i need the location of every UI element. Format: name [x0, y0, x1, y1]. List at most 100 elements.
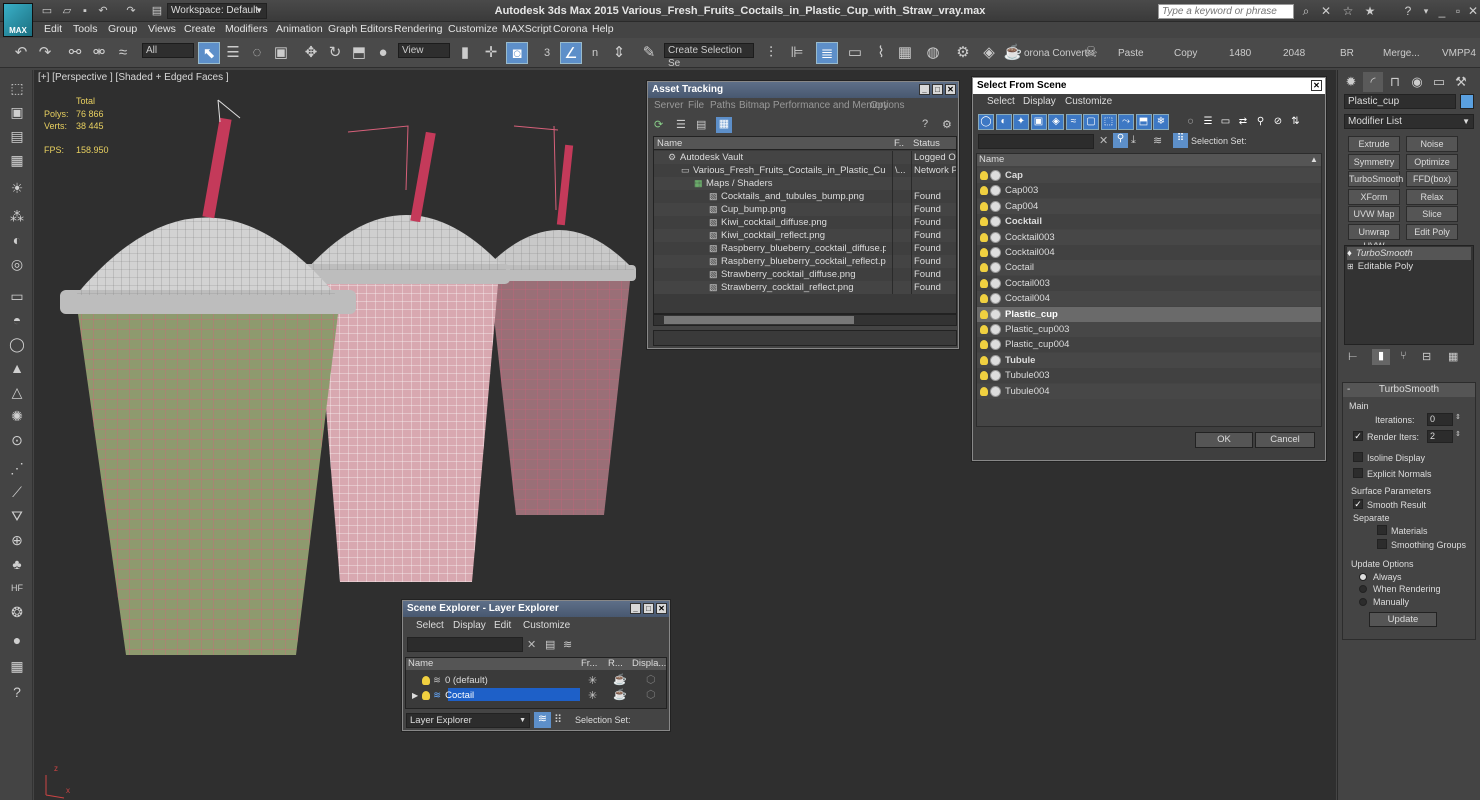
redo-icon[interactable]: ↷: [34, 42, 56, 64]
named-selection-dropdown[interactable]: Create Selection Se: [664, 43, 754, 69]
zoom-extents-icon[interactable]: ⬚: [7, 78, 27, 98]
motion-tab-icon[interactable]: ◉: [1407, 72, 1427, 92]
modifier-button-relax[interactable]: Relax: [1406, 188, 1458, 205]
table-icon[interactable]: ▦: [7, 656, 27, 676]
scene-object-row[interactable]: Cap003: [977, 183, 1321, 199]
shapes-filter-icon[interactable]: ◐: [995, 114, 1012, 130]
menu-create[interactable]: Create: [184, 23, 216, 35]
app-logo[interactable]: MAX: [3, 3, 33, 37]
lightbulb-icon[interactable]: [980, 294, 988, 304]
scatter-icon[interactable]: ⋰: [7, 458, 27, 478]
details-icon[interactable]: ▤: [696, 118, 710, 132]
reference-coordinate-dropdown[interactable]: View: [398, 43, 450, 58]
spacewarps-filter-icon[interactable]: ≈: [1065, 114, 1082, 130]
lightbulb-icon[interactable]: [980, 217, 988, 227]
lights-filter-icon[interactable]: ✦: [1013, 114, 1029, 130]
find-input[interactable]: [407, 637, 523, 652]
contrast-icon[interactable]: ◐: [7, 230, 27, 250]
col-name-header[interactable]: Name: [657, 137, 682, 150]
table-view-icon[interactable]: ▦: [716, 117, 732, 133]
scene-menu-customize[interactable]: Customize: [523, 620, 570, 631]
hierarchy-tab-icon[interactable]: ⊓: [1385, 72, 1405, 92]
cone-light-icon[interactable]: ▲: [7, 358, 27, 378]
help-icon[interactable]: ?: [922, 118, 928, 130]
snaps-toggle-icon[interactable]: 3: [536, 42, 558, 64]
redo-icon[interactable]: ↷: [124, 4, 138, 18]
camera-icon[interactable]: ◎: [7, 254, 27, 274]
help-icon[interactable]: ?: [1400, 3, 1416, 19]
show-end-result-icon[interactable]: ▮: [1372, 349, 1390, 365]
scene-object-row[interactable]: Coctail003: [977, 275, 1321, 291]
angle-snap-icon[interactable]: ∠: [560, 42, 582, 64]
favorites-icon[interactable]: ☆: [1340, 3, 1356, 19]
clear-search-icon[interactable]: ✕: [1099, 134, 1108, 147]
scene-object-row[interactable]: Plastic_cup003: [977, 322, 1321, 337]
close-icon[interactable]: ✕: [656, 603, 667, 614]
align-icon[interactable]: ⊫: [786, 42, 808, 64]
tweezers-icon[interactable]: ⟋: [7, 482, 27, 502]
grid-icon[interactable]: ▦: [7, 150, 27, 170]
spinner-snap-icon[interactable]: ⇕: [608, 42, 630, 64]
close-icon[interactable]: ✕: [1465, 3, 1480, 19]
br-button[interactable]: BR: [1340, 48, 1354, 59]
scale-icon[interactable]: ⬒: [348, 42, 370, 64]
asset-menu-file[interactable]: File: [688, 100, 704, 111]
display-box-icon[interactable]: ⬡: [646, 688, 656, 701]
lightbulb-icon[interactable]: [980, 201, 988, 211]
render-iters-checkbox[interactable]: ✓: [1353, 431, 1363, 441]
minimize-icon[interactable]: _: [919, 84, 930, 95]
box-icon[interactable]: ▭: [7, 286, 27, 306]
maximize-icon[interactable]: □: [932, 84, 943, 95]
lightbulb-icon[interactable]: [980, 263, 988, 273]
clear-search-icon[interactable]: ✕: [527, 638, 536, 651]
ok-button[interactable]: OK: [1195, 432, 1253, 448]
object-color-swatch[interactable]: [1460, 94, 1474, 109]
lightbulb-icon[interactable]: [980, 355, 988, 365]
frozen-filter-icon[interactable]: ❄: [1153, 114, 1169, 130]
select-and-link-icon[interactable]: ⚯: [64, 42, 86, 64]
scene-menu-edit[interactable]: Edit: [494, 620, 511, 631]
material-editor-icon[interactable]: ◍: [922, 42, 944, 64]
containers-filter-icon[interactable]: ⬒: [1135, 114, 1152, 130]
asset-row[interactable]: ▭ Various_Fresh_Fruits_Coctails_in_Plasti…: [654, 164, 956, 177]
modifier-button-ffd-box[interactable]: FFD(box): [1406, 171, 1458, 188]
hidden-filter-icon[interactable]: ◌: [1183, 114, 1199, 130]
groups-filter-icon[interactable]: ▢: [1083, 114, 1099, 130]
menu-help[interactable]: Help: [592, 23, 614, 35]
new-file-icon[interactable]: ▭: [40, 4, 54, 18]
documents-icon[interactable]: ▤: [7, 126, 27, 146]
col-f-header[interactable]: F..: [894, 137, 904, 150]
lightbulb-icon[interactable]: [980, 371, 988, 381]
refresh-icon[interactable]: ⟳: [654, 118, 668, 132]
col-status-header[interactable]: Status: [913, 137, 940, 150]
percent-snap-icon[interactable]: n: [584, 42, 606, 64]
filter-icon[interactable]: ⚲: [1113, 133, 1128, 148]
cancel-button[interactable]: Cancel: [1255, 432, 1315, 448]
name-column-header[interactable]: Name: [979, 153, 1004, 166]
curve-editor-icon[interactable]: ⌇: [870, 42, 892, 64]
asset-row[interactable]: ▧ Strawberry_cocktail_diffuse.png Found: [654, 268, 956, 281]
freeze-icon[interactable]: ✳: [588, 689, 597, 702]
lightbulb-icon[interactable]: [422, 675, 430, 685]
explorer-type-dropdown[interactable]: Layer Explorer ▼: [406, 713, 530, 728]
asset-row[interactable]: ▧ Raspberry_blueberry_cocktail_diffuse.pn…: [654, 242, 956, 255]
asset-row[interactable]: ▧ Kiwi_cocktail_reflect.png Found: [654, 229, 956, 242]
select-menu-display[interactable]: Display: [1023, 96, 1056, 107]
asset-menu-server[interactable]: Server: [654, 100, 683, 111]
scene-object-row[interactable]: Tubule: [977, 352, 1321, 368]
light-icon[interactable]: ☀: [7, 178, 27, 198]
modifier-button-edit-poly[interactable]: Edit Poly: [1406, 224, 1458, 240]
smoothing-groups-checkbox[interactable]: [1377, 539, 1387, 549]
close-icon[interactable]: ✕: [945, 84, 956, 95]
menu-rendering[interactable]: Rendering: [394, 23, 442, 35]
modifier-button-slice[interactable]: Slice: [1406, 206, 1458, 223]
pin-icon[interactable]: ⤓: [1131, 134, 1136, 147]
modifier-button-extrude[interactable]: Extrude: [1348, 136, 1400, 152]
lightbulb-icon[interactable]: [980, 186, 988, 196]
modifier-button-symmetry[interactable]: Symmetry: [1348, 153, 1400, 170]
lightbulb-icon[interactable]: [980, 386, 988, 396]
save-file-icon[interactable]: ▪: [78, 4, 92, 18]
edit-named-selection-icon[interactable]: ✎: [638, 42, 660, 64]
stack-item-editable-poly[interactable]: ⊞ Editable Poly: [1347, 260, 1413, 273]
help-dropdown-icon[interactable]: ▾: [1418, 3, 1434, 19]
